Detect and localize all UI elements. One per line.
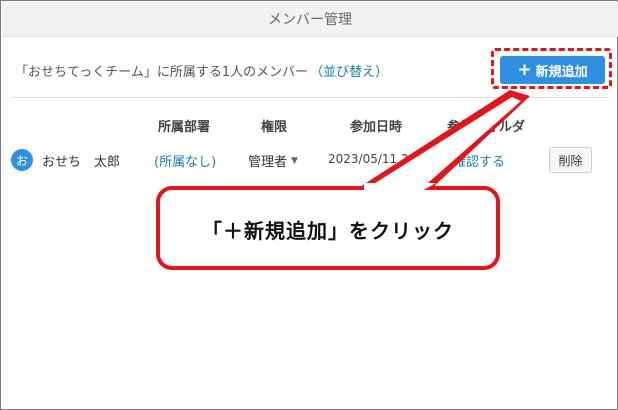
column-header-folder: 参加フォルダ (447, 120, 526, 135)
member-name: おせち 太郎 (42, 155, 121, 170)
column-header-role: 権限 (261, 120, 288, 135)
role-select[interactable]: 管理者 ▼ (248, 151, 298, 170)
divider (11, 97, 609, 98)
reorder-link[interactable]: （並び替え） (310, 61, 388, 80)
folder-check-link[interactable]: 確認する (453, 151, 505, 170)
member-summary: 「おせちてっくチーム」に所属する1人のメンバー （並び替え） (15, 61, 388, 80)
chevron-down-icon: ▼ (291, 155, 298, 166)
delete-button[interactable]: 削除 (549, 147, 592, 173)
avatar: お (11, 149, 33, 171)
role-value: 管理者 (248, 155, 288, 170)
column-header-department: 所属部署 (158, 120, 211, 135)
highlight-outline (491, 48, 612, 89)
joined-date: 2023/05/11 22 (328, 152, 417, 166)
member-count-text: 「おせちてっくチーム」に所属する1人のメンバー (15, 64, 309, 80)
department-link[interactable]: (所属なし) (154, 151, 216, 170)
callout-text: 「＋新規追加」をクリック (202, 218, 454, 243)
column-header-joined: 参加日時 (350, 120, 403, 135)
window-title: メンバー管理 (2, 2, 618, 37)
